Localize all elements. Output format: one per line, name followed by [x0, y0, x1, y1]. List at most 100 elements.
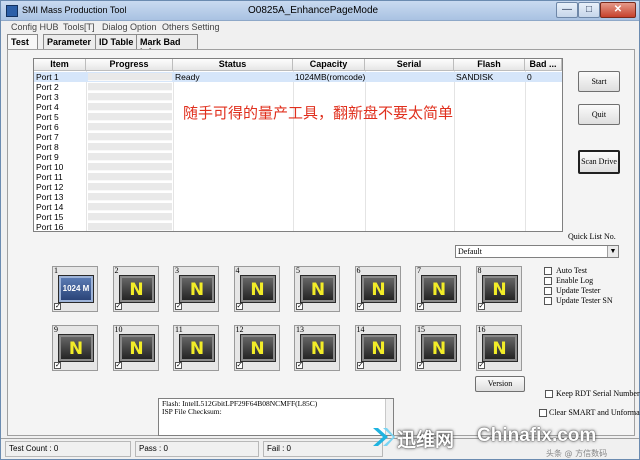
device-slot-5[interactable]: 5 N ✓ — [294, 266, 340, 312]
slot-checkbox[interactable]: ✓ — [417, 303, 424, 310]
drive-icon: N — [360, 275, 397, 303]
progress-bar — [88, 123, 172, 131]
menu-dialog-option[interactable]: Dialog Option — [102, 22, 157, 32]
keep-rdt-checkbox[interactable] — [545, 390, 553, 398]
chevron-down-icon[interactable]: ▼ — [607, 246, 618, 257]
flash-cell — [456, 182, 524, 192]
slot-checkbox[interactable]: ✓ — [54, 303, 61, 310]
table-row[interactable]: Port 13 — [34, 192, 562, 202]
serial-cell — [367, 162, 453, 172]
device-slot-15[interactable]: 15 N ✓ — [415, 325, 461, 371]
table-row[interactable]: Port 1 Ready 1024MB(romcode) SANDISK 0 — [34, 72, 562, 82]
slot-checkbox[interactable]: ✓ — [235, 362, 243, 369]
slot-checkbox[interactable]: ✓ — [477, 362, 485, 369]
auto-test-checkbox[interactable] — [544, 267, 552, 275]
table-row[interactable]: Port 9 — [34, 152, 562, 162]
tab-parameter[interactable]: Parameter — [43, 34, 97, 49]
port-item-cell: Port 15 — [36, 212, 64, 222]
slot-checkbox[interactable]: ✓ — [54, 362, 61, 369]
slot-checkbox[interactable]: ✓ — [296, 303, 303, 310]
col-flash-header[interactable]: Flash — [454, 59, 525, 71]
port-table[interactable]: Item Progress Status Capacity Serial Fla… — [33, 58, 563, 232]
tab-test[interactable]: Test — [7, 34, 38, 50]
progress-bar — [88, 183, 172, 191]
slot-checkbox[interactable]: ✓ — [356, 362, 364, 369]
table-row[interactable]: Port 7 — [34, 132, 562, 142]
port-item-cell: Port 9 — [36, 152, 59, 162]
update-tester-sn-checkbox[interactable] — [544, 297, 552, 305]
device-slot-6[interactable]: 6 N ✓ — [354, 266, 401, 312]
enable-log-checkbox[interactable] — [544, 277, 552, 285]
col-progress-header[interactable]: Progress — [86, 59, 173, 71]
device-slot-11[interactable]: 11 N ✓ — [173, 325, 219, 371]
col-serial-header[interactable]: Serial — [365, 59, 454, 71]
flash-cell — [456, 92, 524, 102]
serial-cell — [367, 172, 453, 182]
minimize-button[interactable]: — — [556, 2, 578, 18]
col-capacity-header[interactable]: Capacity — [293, 59, 365, 71]
version-button[interactable]: Version — [475, 376, 525, 392]
capacity-cell — [295, 92, 365, 102]
quit-button[interactable]: Quit — [578, 104, 620, 125]
device-slot-10[interactable]: 10 N ✓ — [112, 325, 159, 371]
flash-cell — [456, 172, 524, 182]
tab-id-table[interactable]: ID Table — [95, 34, 138, 49]
window-title: O0825A_EnhancePageMode — [248, 5, 379, 16]
slot-checkbox[interactable]: ✓ — [235, 303, 243, 310]
col-status-header[interactable]: Status — [173, 59, 293, 71]
device-slot-8[interactable]: 8 N ✓ — [475, 266, 522, 312]
flash-cell — [456, 222, 524, 231]
table-row[interactable]: Port 6 — [34, 122, 562, 132]
table-row[interactable]: Port 8 — [34, 142, 562, 152]
table-row[interactable]: Port 11 — [34, 172, 562, 182]
slot-checkbox[interactable]: ✓ — [296, 362, 303, 369]
capacity-cell — [295, 132, 365, 142]
menu-tools[interactable]: Tools[T] — [63, 22, 95, 32]
slot-checkbox[interactable]: ✓ — [114, 362, 122, 369]
device-slot-9[interactable]: 9 N ✓ — [52, 325, 98, 371]
slot-number: 11 — [175, 325, 183, 334]
quick-list-select[interactable]: Default ▼ — [455, 245, 619, 258]
start-button[interactable]: Start — [578, 71, 620, 92]
slot-checkbox[interactable]: ✓ — [477, 303, 485, 310]
slot-status-letter: N — [371, 339, 386, 359]
bad-cell — [527, 172, 561, 182]
device-slot-1[interactable]: 1 1024 M ✓ — [52, 266, 98, 312]
scan-drive-button[interactable]: Scan Drive — [578, 150, 620, 174]
device-slot-16[interactable]: 16 N ✓ — [475, 325, 522, 371]
tab-mark-bad-info[interactable]: Mark Bad Info — [136, 34, 198, 57]
device-slot-14[interactable]: 14 N ✓ — [354, 325, 401, 371]
device-slot-3[interactable]: 3 N ✓ — [173, 266, 219, 312]
device-slot-13[interactable]: 13 N ✓ — [294, 325, 340, 371]
slot-checkbox[interactable]: ✓ — [175, 362, 182, 369]
device-slot-2[interactable]: 2 N ✓ — [112, 266, 159, 312]
table-row[interactable]: Port 12 — [34, 182, 562, 192]
update-tester-checkbox[interactable] — [544, 287, 552, 295]
flash-info-box[interactable]: Flash: IntelL512GbitLPF29F64B08NCMFF(L85… — [158, 398, 394, 436]
col-bad-header[interactable]: Bad ... — [525, 59, 562, 71]
clear-smart-checkbox[interactable] — [539, 409, 547, 417]
col-item-header[interactable]: Item — [34, 59, 86, 71]
device-slot-4[interactable]: 4 N ✓ — [233, 266, 280, 312]
table-row[interactable]: Port 3 — [34, 92, 562, 102]
drive-icon: N — [239, 275, 276, 303]
table-row[interactable]: Port 10 — [34, 162, 562, 172]
table-row[interactable]: Port 2 — [34, 82, 562, 92]
slot-checkbox[interactable]: ✓ — [356, 303, 364, 310]
maximize-button[interactable]: □ — [578, 2, 600, 18]
device-slot-12[interactable]: 12 N ✓ — [233, 325, 280, 371]
menu-config-hub[interactable]: Config HUB — [11, 22, 59, 32]
port-item-cell: Port 16 — [36, 222, 64, 232]
slot-checkbox[interactable]: ✓ — [114, 303, 122, 310]
flash-cell — [456, 202, 524, 212]
menu-others-setting[interactable]: Others Setting — [162, 22, 220, 32]
port-item-cell: Port 7 — [36, 132, 59, 142]
table-row[interactable]: Port 15 — [34, 212, 562, 222]
device-slot-7[interactable]: 7 N ✓ — [415, 266, 461, 312]
title-bar[interactable]: SMI Mass Production Tool O0825A_EnhanceP… — [1, 1, 639, 21]
close-button[interactable]: ✕ — [600, 2, 636, 18]
table-row[interactable]: Port 16 — [34, 222, 562, 232]
slot-checkbox[interactable]: ✓ — [175, 303, 182, 310]
slot-checkbox[interactable]: ✓ — [417, 362, 424, 369]
table-row[interactable]: Port 14 — [34, 202, 562, 212]
